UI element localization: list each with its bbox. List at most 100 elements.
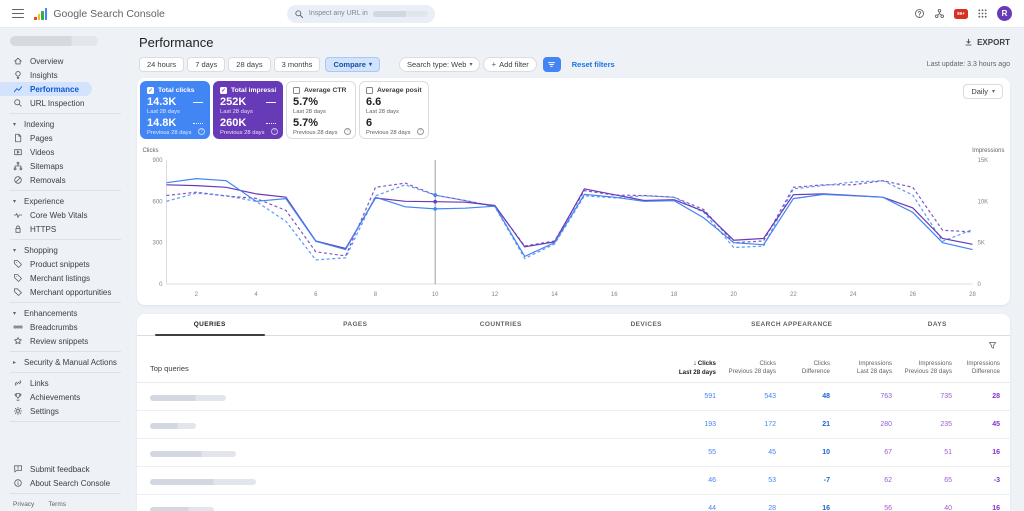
sidebar-item-about-search-console[interactable]: About Search Console: [0, 476, 135, 490]
granularity-dropdown[interactable]: Daily ▾: [963, 84, 1003, 99]
url-inspect-search-input[interactable]: Inspect any URL in: [286, 4, 435, 23]
tab-countries[interactable]: COUNTRIES: [428, 314, 574, 335]
sidebar-section-experience[interactable]: ▾ Experience: [0, 194, 135, 208]
chevron-down-icon: ▾: [469, 62, 473, 68]
sidebar-item-review-snippets[interactable]: Review snippets: [0, 334, 135, 348]
table-row[interactable]: 193 172 21 280 235 45: [137, 411, 1010, 439]
svg-text:300: 300: [152, 241, 163, 247]
sidebar-section-security-manual-actions[interactable]: ▸ Security & Manual Actions: [0, 355, 135, 369]
filter-list-button[interactable]: [542, 57, 561, 72]
tab-search-appearance[interactable]: SEARCH APPEARANCE: [719, 314, 865, 335]
sidebar-section-shopping[interactable]: ▾ Shopping: [0, 243, 135, 257]
solid-line-indicator: [266, 102, 276, 103]
tile-prev-period: Previous 28 days: [220, 130, 265, 136]
total-impressions-tile[interactable]: ✓ Total impressions 252K Last 28 days 26…: [213, 81, 283, 139]
sidebar-item-pages[interactable]: Pages: [0, 131, 135, 145]
total-clicks-tile[interactable]: ✓ Total clicks 14.3K Last 28 days 14.8K …: [140, 81, 210, 139]
reset-filters-link[interactable]: Reset filters: [572, 60, 615, 69]
cell-impressions-last-28-days: 763: [880, 393, 892, 400]
top-queries-header[interactable]: Top queries: [150, 364, 654, 373]
cell-clicks-difference: 10: [822, 449, 830, 456]
removal-icon: [14, 176, 22, 184]
chevron-down-icon: ▾: [13, 121, 17, 128]
sidebar-item-core-web-vitals[interactable]: Core Web Vitals: [0, 208, 135, 222]
sidebar-section-enhancements[interactable]: ▾ Enhancements: [0, 306, 135, 320]
help-tooltip-icon[interactable]: ?: [198, 128, 205, 135]
sidebar-item-sitemaps[interactable]: Sitemaps: [0, 159, 135, 173]
table-row[interactable]: 55 45 10 67 51 16: [137, 439, 1010, 467]
sidebar-item-https[interactable]: HTTPS: [0, 222, 135, 236]
sidebar-item-achievements[interactable]: Achievements: [0, 390, 135, 404]
column-header-impressions-previous-28-days[interactable]: Impressions Previous 28 days: [896, 360, 956, 376]
chevron-down-icon: ▾: [13, 198, 17, 205]
tab-pages[interactable]: PAGES: [283, 314, 429, 335]
average-ctr-tile[interactable]: Average CTR 5.7% Last 28 days 5.7% Previ…: [286, 81, 356, 139]
table-row[interactable]: 46 53 -7 62 65 -3: [137, 467, 1010, 495]
range-3-months-button[interactable]: 3 months: [273, 57, 321, 72]
checkbox-unchecked-icon[interactable]: [366, 87, 373, 94]
range-7-days-button[interactable]: 7 days: [187, 57, 226, 72]
search-type-button[interactable]: Search type: Web ▾: [398, 57, 481, 72]
help-tooltip-icon[interactable]: ?: [271, 128, 278, 135]
table-row[interactable]: 44 28 16 56 40 16: [137, 495, 1010, 511]
tab-queries[interactable]: QUERIES: [137, 314, 283, 336]
sidebar-item-settings[interactable]: Settings: [0, 404, 135, 418]
hierarchy-icon[interactable]: [934, 8, 945, 19]
filter-funnel-icon[interactable]: [988, 341, 997, 350]
sitemap-icon: [13, 161, 23, 171]
menu-icon[interactable]: [12, 8, 24, 19]
add-filter-button[interactable]: + Add filter: [483, 57, 537, 72]
help-icon[interactable]: [914, 8, 925, 19]
help-tooltip-icon[interactable]: ?: [417, 128, 424, 135]
property-selector[interactable]: [10, 36, 98, 46]
compare-button[interactable]: Compare ▾: [325, 57, 380, 72]
help-tooltip-icon[interactable]: ?: [344, 128, 351, 135]
table-row[interactable]: 591 543 48 763 735 28: [137, 383, 1010, 411]
search-icon: [14, 99, 22, 107]
performance-line-chart[interactable]: Clicks Impressions 0 300 600 900 0 5K 10K 15K 2 4 6 8…: [140, 144, 1007, 307]
terms-link[interactable]: Terms: [48, 501, 66, 508]
cell-impressions-previous-28-days: 51: [944, 449, 952, 456]
checkbox-checked-icon[interactable]: ✓: [220, 87, 227, 94]
sidebar-item-overview[interactable]: Overview: [0, 54, 135, 68]
checkbox-unchecked-icon[interactable]: [293, 87, 300, 94]
cell-clicks-difference: 48: [822, 393, 830, 400]
sidebar-item-merchant-listings[interactable]: Merchant listings: [0, 271, 135, 285]
sidebar-section-indexing[interactable]: ▾ Indexing: [0, 117, 135, 131]
average-position-tile[interactable]: Average position 6.6 Last 28 days 6 Prev…: [359, 81, 429, 139]
column-header-clicks-previous-28-days[interactable]: Clicks Previous 28 days: [720, 360, 780, 376]
column-header-impressions-difference[interactable]: Impressions Difference: [956, 360, 1004, 376]
column-header-clicks-difference[interactable]: Clicks Difference: [780, 360, 834, 376]
checkbox-checked-icon[interactable]: ✓: [147, 87, 154, 94]
tile-prev-value: 6: [366, 117, 373, 129]
tab-days[interactable]: DAYS: [865, 314, 1011, 335]
sidebar-item-submit-feedback[interactable]: Submit feedback: [0, 462, 135, 476]
sidebar-item-merchant-opportunities[interactable]: Merchant opportunities: [0, 285, 135, 299]
svg-text:18: 18: [671, 292, 678, 298]
export-button[interactable]: EXPORT: [964, 38, 1010, 47]
home-icon: [14, 57, 22, 65]
sidebar: Overview Insights Performance URL Inspectio…: [0, 28, 135, 511]
cell-clicks-difference: 16: [822, 505, 830, 511]
sidebar-item-links[interactable]: Links: [0, 376, 135, 390]
column-header-clicks-last-28-days[interactable]: ↓Clicks Last 28 days: [654, 359, 720, 376]
sidebar-item-removals[interactable]: Removals: [0, 173, 135, 187]
sidebar-item-breadcrumbs[interactable]: Breadcrumbs: [0, 320, 135, 334]
column-header-impressions-last-28-days[interactable]: Impressions Last 28 days: [834, 360, 896, 376]
privacy-link[interactable]: Privacy: [13, 501, 34, 508]
sidebar-item-videos[interactable]: Videos: [0, 145, 135, 159]
google-apps-grid-icon[interactable]: [977, 8, 988, 19]
sidebar-item-performance[interactable]: Performance: [0, 82, 92, 96]
user-avatar[interactable]: R: [997, 6, 1012, 21]
tab-devices[interactable]: DEVICES: [574, 314, 720, 335]
sidebar-item-url-inspection[interactable]: URL Inspection: [0, 96, 135, 110]
right-axis-title: Impressions: [972, 148, 1004, 154]
sidebar-item-insights[interactable]: Insights: [0, 68, 135, 82]
cell-impressions-last-28-days: 62: [884, 477, 892, 484]
range-24-hours-button[interactable]: 24 hours: [139, 57, 185, 72]
notifications-badge-icon[interactable]: 99+: [954, 8, 968, 19]
range-28-days-button[interactable]: 28 days: [228, 57, 271, 72]
cell-clicks-last-28-days: 55: [708, 449, 716, 456]
cell-impressions-difference: 16: [992, 449, 1000, 456]
sidebar-item-product-snippets[interactable]: Product snippets: [0, 257, 135, 271]
